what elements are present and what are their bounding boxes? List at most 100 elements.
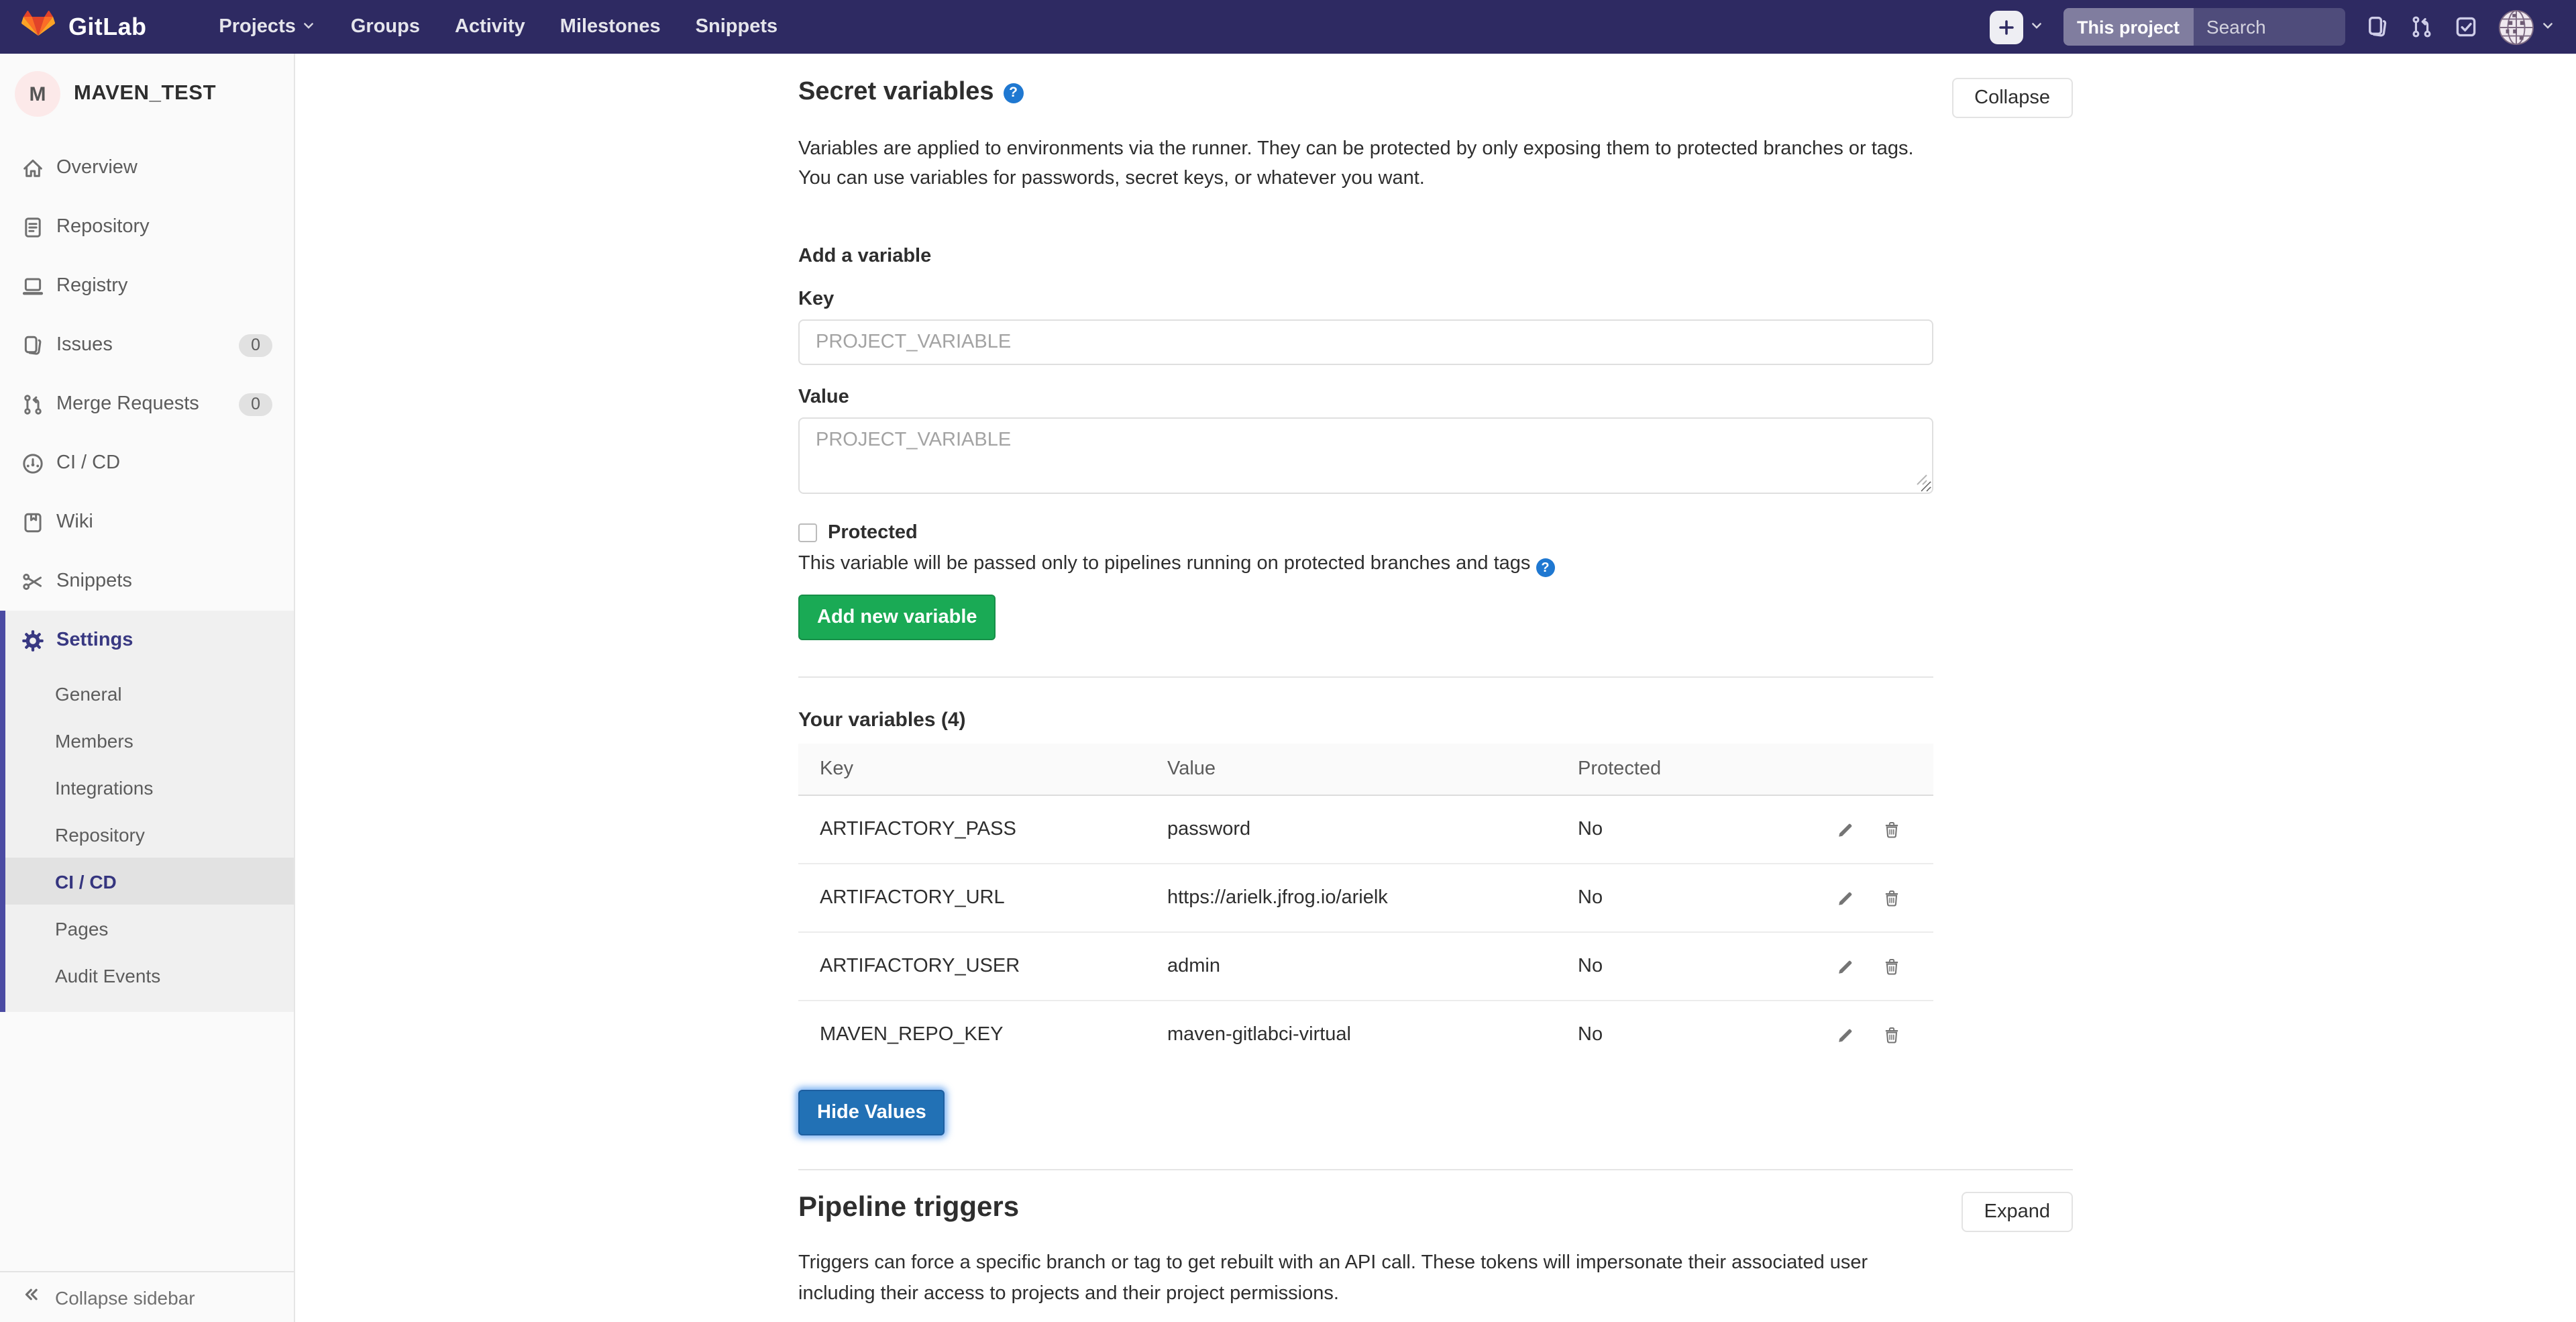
col-header-protected: Protected	[1556, 744, 1799, 797]
help-icon[interactable]: ?	[1003, 83, 1024, 103]
menu-snippets[interactable]: Snippets	[696, 16, 777, 38]
variable-key: ARTIFACTORY_USER	[798, 932, 1146, 1002]
project-avatar: M	[15, 71, 60, 117]
todo-check-icon	[2456, 17, 2476, 37]
section-divider	[798, 1169, 2073, 1171]
project-name: MAVEN_TEST	[74, 82, 217, 105]
delete-variable-button[interactable]	[1882, 888, 1901, 909]
variable-key: MAVEN_REPO_KEY	[820, 1024, 1004, 1046]
expand-section-button[interactable]: Expand	[1961, 1192, 2073, 1233]
hide-values-button[interactable]: Hide Values	[798, 1090, 945, 1136]
sidebar-subitem-repository[interactable]: Repository	[5, 811, 294, 858]
scissors-icon	[21, 570, 44, 593]
delete-variable-button[interactable]	[1882, 1025, 1901, 1046]
sidebar-item-wiki[interactable]: Wiki	[0, 493, 294, 552]
menu-groups[interactable]: Groups	[351, 16, 420, 38]
table-row: ARTIFACTORY_URL https://arielk.jfrog.io/…	[798, 864, 1933, 933]
issues-nav-button[interactable]	[2365, 15, 2390, 39]
plus-icon	[1990, 10, 2023, 44]
key-label: Key	[798, 288, 835, 310]
gitlab-app: GitLab Projects Groups Activity Mileston…	[0, 0, 2576, 1322]
gitlab-logo-link[interactable]: GitLab	[21, 11, 146, 43]
sidebar-item-registry[interactable]: Registry	[0, 256, 294, 315]
col-header-key: Key	[798, 744, 1146, 797]
sidebar-item-ci-cd[interactable]: CI / CD	[0, 434, 294, 493]
table-row: ARTIFACTORY_PASS password No	[798, 795, 1933, 865]
edit-variable-button[interactable]	[1835, 820, 1856, 840]
delete-variable-button[interactable]	[1882, 957, 1901, 977]
secret-variables-section: Secret variables ? Collapse Variables ar…	[798, 78, 2073, 1136]
menu-activity[interactable]: Activity	[455, 16, 525, 38]
sidebar-subitem-ci-cd[interactable]: CI / CD	[5, 858, 294, 905]
gitlab-tanuki-icon	[21, 11, 55, 43]
edit-variable-button[interactable]	[1835, 957, 1856, 977]
pipeline-triggers-description: Triggers can force a specific branch or …	[798, 1252, 1868, 1305]
collapse-sidebar-button[interactable]: Collapse sidebar	[0, 1271, 294, 1322]
help-icon[interactable]: ?	[1536, 558, 1555, 578]
merge-request-icon	[21, 393, 44, 415]
sidebar-item-snippets[interactable]: Snippets	[0, 552, 294, 611]
user-avatar	[2498, 9, 2534, 45]
search-input[interactable]	[2204, 15, 2345, 39]
add-variable-form: Add a variable Key Value Protecte	[798, 246, 1933, 641]
sidebar-item-overview[interactable]: Overview	[0, 138, 294, 197]
sidebar-subitem-members[interactable]: Members	[5, 717, 294, 764]
search-scope-button[interactable]: This project	[2063, 8, 2194, 46]
sidebar-subitem-pages[interactable]: Pages	[5, 905, 294, 952]
sidebar-item-issues[interactable]: Issues 0	[0, 315, 294, 374]
chevron-down-icon	[2541, 15, 2555, 39]
protected-label: Protected	[828, 521, 918, 544]
new-dropdown-button[interactable]	[1990, 10, 2043, 44]
pipeline-triggers-title: Pipeline triggers	[798, 1192, 1020, 1223]
navbar-right: This project	[1990, 8, 2555, 46]
trash-icon	[1885, 890, 1898, 907]
chevron-down-icon	[303, 16, 316, 38]
protected-checkbox[interactable]	[798, 523, 817, 542]
gear-icon	[21, 629, 44, 652]
delete-variable-button[interactable]	[1882, 820, 1901, 840]
chevron-down-icon	[2030, 15, 2043, 39]
variable-value: maven-gitlabci-virtual	[1167, 1024, 1351, 1046]
sidebar-nav: Overview Repository Registry Issues 0 Me…	[0, 138, 294, 1012]
variable-value: admin	[1146, 932, 1556, 1002]
pencil-icon	[1839, 823, 1852, 837]
search-field	[2193, 8, 2345, 46]
gauge-icon	[21, 452, 44, 474]
add-variable-heading: Add a variable	[798, 245, 932, 267]
user-menu-button[interactable]	[2498, 9, 2555, 45]
merge-request-icon	[2412, 16, 2431, 38]
merge-requests-nav-button[interactable]	[2410, 15, 2434, 39]
variable-value-textarea[interactable]	[798, 417, 1933, 494]
table-row: ARTIFACTORY_USER admin No	[798, 932, 1933, 1002]
document-icon	[21, 215, 44, 238]
collapse-section-button[interactable]: Collapse	[1951, 78, 2073, 118]
edit-variable-button[interactable]	[1835, 888, 1856, 909]
merge-requests-count-badge: 0	[239, 393, 272, 415]
sidebar-item-repository[interactable]: Repository	[0, 197, 294, 256]
edit-variable-button[interactable]	[1835, 1025, 1856, 1046]
table-header-row: Key Value Protected	[798, 744, 1933, 797]
project-sidebar: M MAVEN_TEST Overview Repository Registr…	[0, 54, 295, 1322]
top-navbar: GitLab Projects Groups Activity Mileston…	[0, 0, 2576, 54]
sidebar-subitem-general[interactable]: General	[5, 670, 294, 717]
pencil-icon	[1839, 892, 1852, 905]
menu-milestones[interactable]: Milestones	[560, 16, 661, 38]
sidebar-item-merge-requests[interactable]: Merge Requests 0	[0, 374, 294, 434]
collapse-sidebar-label: Collapse sidebar	[55, 1286, 195, 1308]
issues-icon	[2369, 16, 2387, 37]
menu-projects[interactable]: Projects	[219, 16, 315, 38]
add-new-variable-button[interactable]: Add new variable	[798, 595, 996, 641]
settings-section: Settings General Members Integrations Re…	[0, 611, 294, 1012]
sidebar-subitem-integrations[interactable]: Integrations	[5, 764, 294, 811]
protected-help-text: This variable will be passed only to pip…	[798, 553, 1933, 578]
variable-key-input[interactable]	[798, 319, 1933, 365]
project-header[interactable]: M MAVEN_TEST	[0, 54, 294, 128]
trash-icon	[1885, 821, 1898, 838]
issues-icon	[21, 334, 44, 356]
table-row: MAVEN_REPO_KEY maven-gitlabci-virtual No	[798, 1001, 1933, 1069]
sidebar-item-settings[interactable]: Settings	[5, 611, 294, 670]
todos-nav-button[interactable]	[2454, 15, 2478, 39]
your-variables-heading: Your variables (4)	[798, 709, 966, 732]
trash-icon	[1885, 958, 1898, 975]
sidebar-subitem-audit-events[interactable]: Audit Events	[5, 952, 294, 999]
